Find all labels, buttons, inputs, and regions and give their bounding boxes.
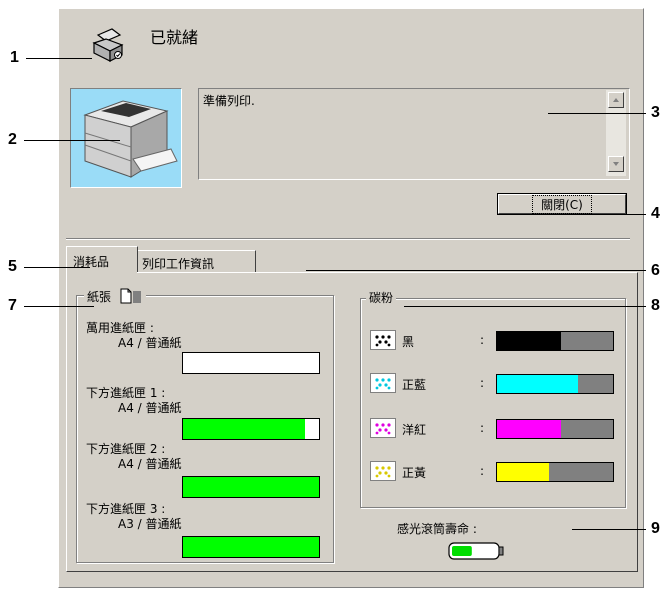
tray-4-level-bar bbox=[182, 536, 320, 558]
tray-2-level-fill bbox=[183, 419, 306, 439]
callout-9: 9 bbox=[651, 520, 660, 537]
paper-group-label: 紙張 bbox=[87, 289, 112, 304]
callout-8: 8 bbox=[651, 297, 660, 314]
callout-4-line bbox=[576, 214, 646, 215]
tray-4-size: A3 / 普通紙 bbox=[118, 517, 182, 531]
callout-3: 3 bbox=[651, 104, 660, 121]
toner-yellow-bar bbox=[496, 462, 614, 482]
toner-cyan-colon: : bbox=[480, 376, 485, 390]
callout-7-line bbox=[24, 306, 94, 307]
callout-4: 4 bbox=[651, 205, 660, 222]
tab-supplies[interactable]: 消耗品 bbox=[66, 246, 138, 272]
scroll-down-button[interactable] bbox=[608, 156, 624, 172]
toner-black-bar bbox=[496, 331, 614, 351]
status-message-box: 準備列印. bbox=[198, 88, 630, 180]
printer-status-icon bbox=[90, 25, 126, 65]
photoconductor-gauge bbox=[448, 541, 504, 561]
printer-image bbox=[70, 88, 182, 188]
callout-8-line bbox=[404, 306, 646, 307]
tray-4-level-fill bbox=[183, 537, 319, 557]
tray-1-size: A4 / 普通紙 bbox=[118, 336, 182, 350]
toner-row-cyan: 正藍 : bbox=[370, 373, 620, 395]
toner-magenta-icon bbox=[370, 418, 396, 438]
toner-row-yellow: 正黃 : bbox=[370, 461, 620, 483]
status-title: 已就緒 bbox=[150, 28, 199, 47]
paper-group-header: 紙張 bbox=[84, 286, 147, 306]
callout-2-line bbox=[24, 140, 120, 141]
toner-yellow-name: 正黃 bbox=[402, 466, 427, 480]
status-message: 準備列印. bbox=[203, 94, 255, 108]
toner-group-label: 碳粉 bbox=[366, 289, 397, 306]
tray-1-level-bar bbox=[182, 352, 320, 374]
toner-magenta-bar bbox=[496, 419, 614, 439]
toner-yellow-icon bbox=[370, 461, 396, 481]
callout-5-line bbox=[24, 267, 90, 268]
toner-black-name: 黑 bbox=[402, 335, 415, 349]
callout-3-line bbox=[548, 113, 646, 114]
scroll-up-button[interactable] bbox=[608, 92, 624, 108]
tab-join bbox=[67, 271, 137, 273]
tab-print-job-info[interactable]: 列印工作資訊 bbox=[138, 250, 256, 272]
toner-magenta-colon: : bbox=[480, 421, 485, 435]
toner-magenta-fill bbox=[497, 420, 561, 438]
toner-black-colon: : bbox=[480, 333, 485, 347]
tray-2-level-bar bbox=[182, 418, 320, 440]
callout-6-line bbox=[306, 270, 646, 271]
callout-9-line bbox=[572, 529, 646, 530]
callout-7: 7 bbox=[8, 297, 17, 314]
close-button-label: 關閉(C) bbox=[532, 194, 592, 214]
tray-3-level-fill bbox=[183, 477, 319, 497]
toner-black-icon bbox=[370, 330, 396, 350]
callout-5: 5 bbox=[8, 258, 17, 275]
callout-1: 1 bbox=[10, 49, 19, 66]
toner-black-fill bbox=[497, 332, 561, 350]
photoconductor-label: 感光滾筒壽命 : bbox=[397, 522, 477, 536]
tray-3-level-bar bbox=[182, 476, 320, 498]
tab-print-job-info-label: 列印工作資訊 bbox=[142, 257, 215, 271]
toner-row-black: 黑 : bbox=[370, 330, 620, 352]
separator-highlight bbox=[66, 239, 630, 240]
callout-6: 6 bbox=[651, 262, 660, 279]
close-button[interactable]: 關閉(C) bbox=[497, 193, 627, 215]
toner-magenta-name: 洋紅 bbox=[402, 423, 427, 437]
tray-2-size: A4 / 普通紙 bbox=[118, 401, 182, 415]
toner-yellow-colon: : bbox=[480, 464, 485, 478]
callout-1-line bbox=[26, 58, 92, 59]
callout-2: 2 bbox=[8, 131, 17, 148]
status-scrollbar[interactable] bbox=[606, 90, 626, 176]
toner-row-magenta: 洋紅 : bbox=[370, 418, 620, 440]
toner-cyan-bar bbox=[496, 374, 614, 394]
tray-3-size: A4 / 普通紙 bbox=[118, 457, 182, 471]
toner-cyan-fill bbox=[497, 375, 579, 393]
paper-icon bbox=[119, 288, 143, 304]
toner-yellow-fill bbox=[497, 463, 550, 481]
toner-cyan-icon bbox=[370, 373, 396, 393]
toner-cyan-name: 正藍 bbox=[402, 378, 427, 392]
